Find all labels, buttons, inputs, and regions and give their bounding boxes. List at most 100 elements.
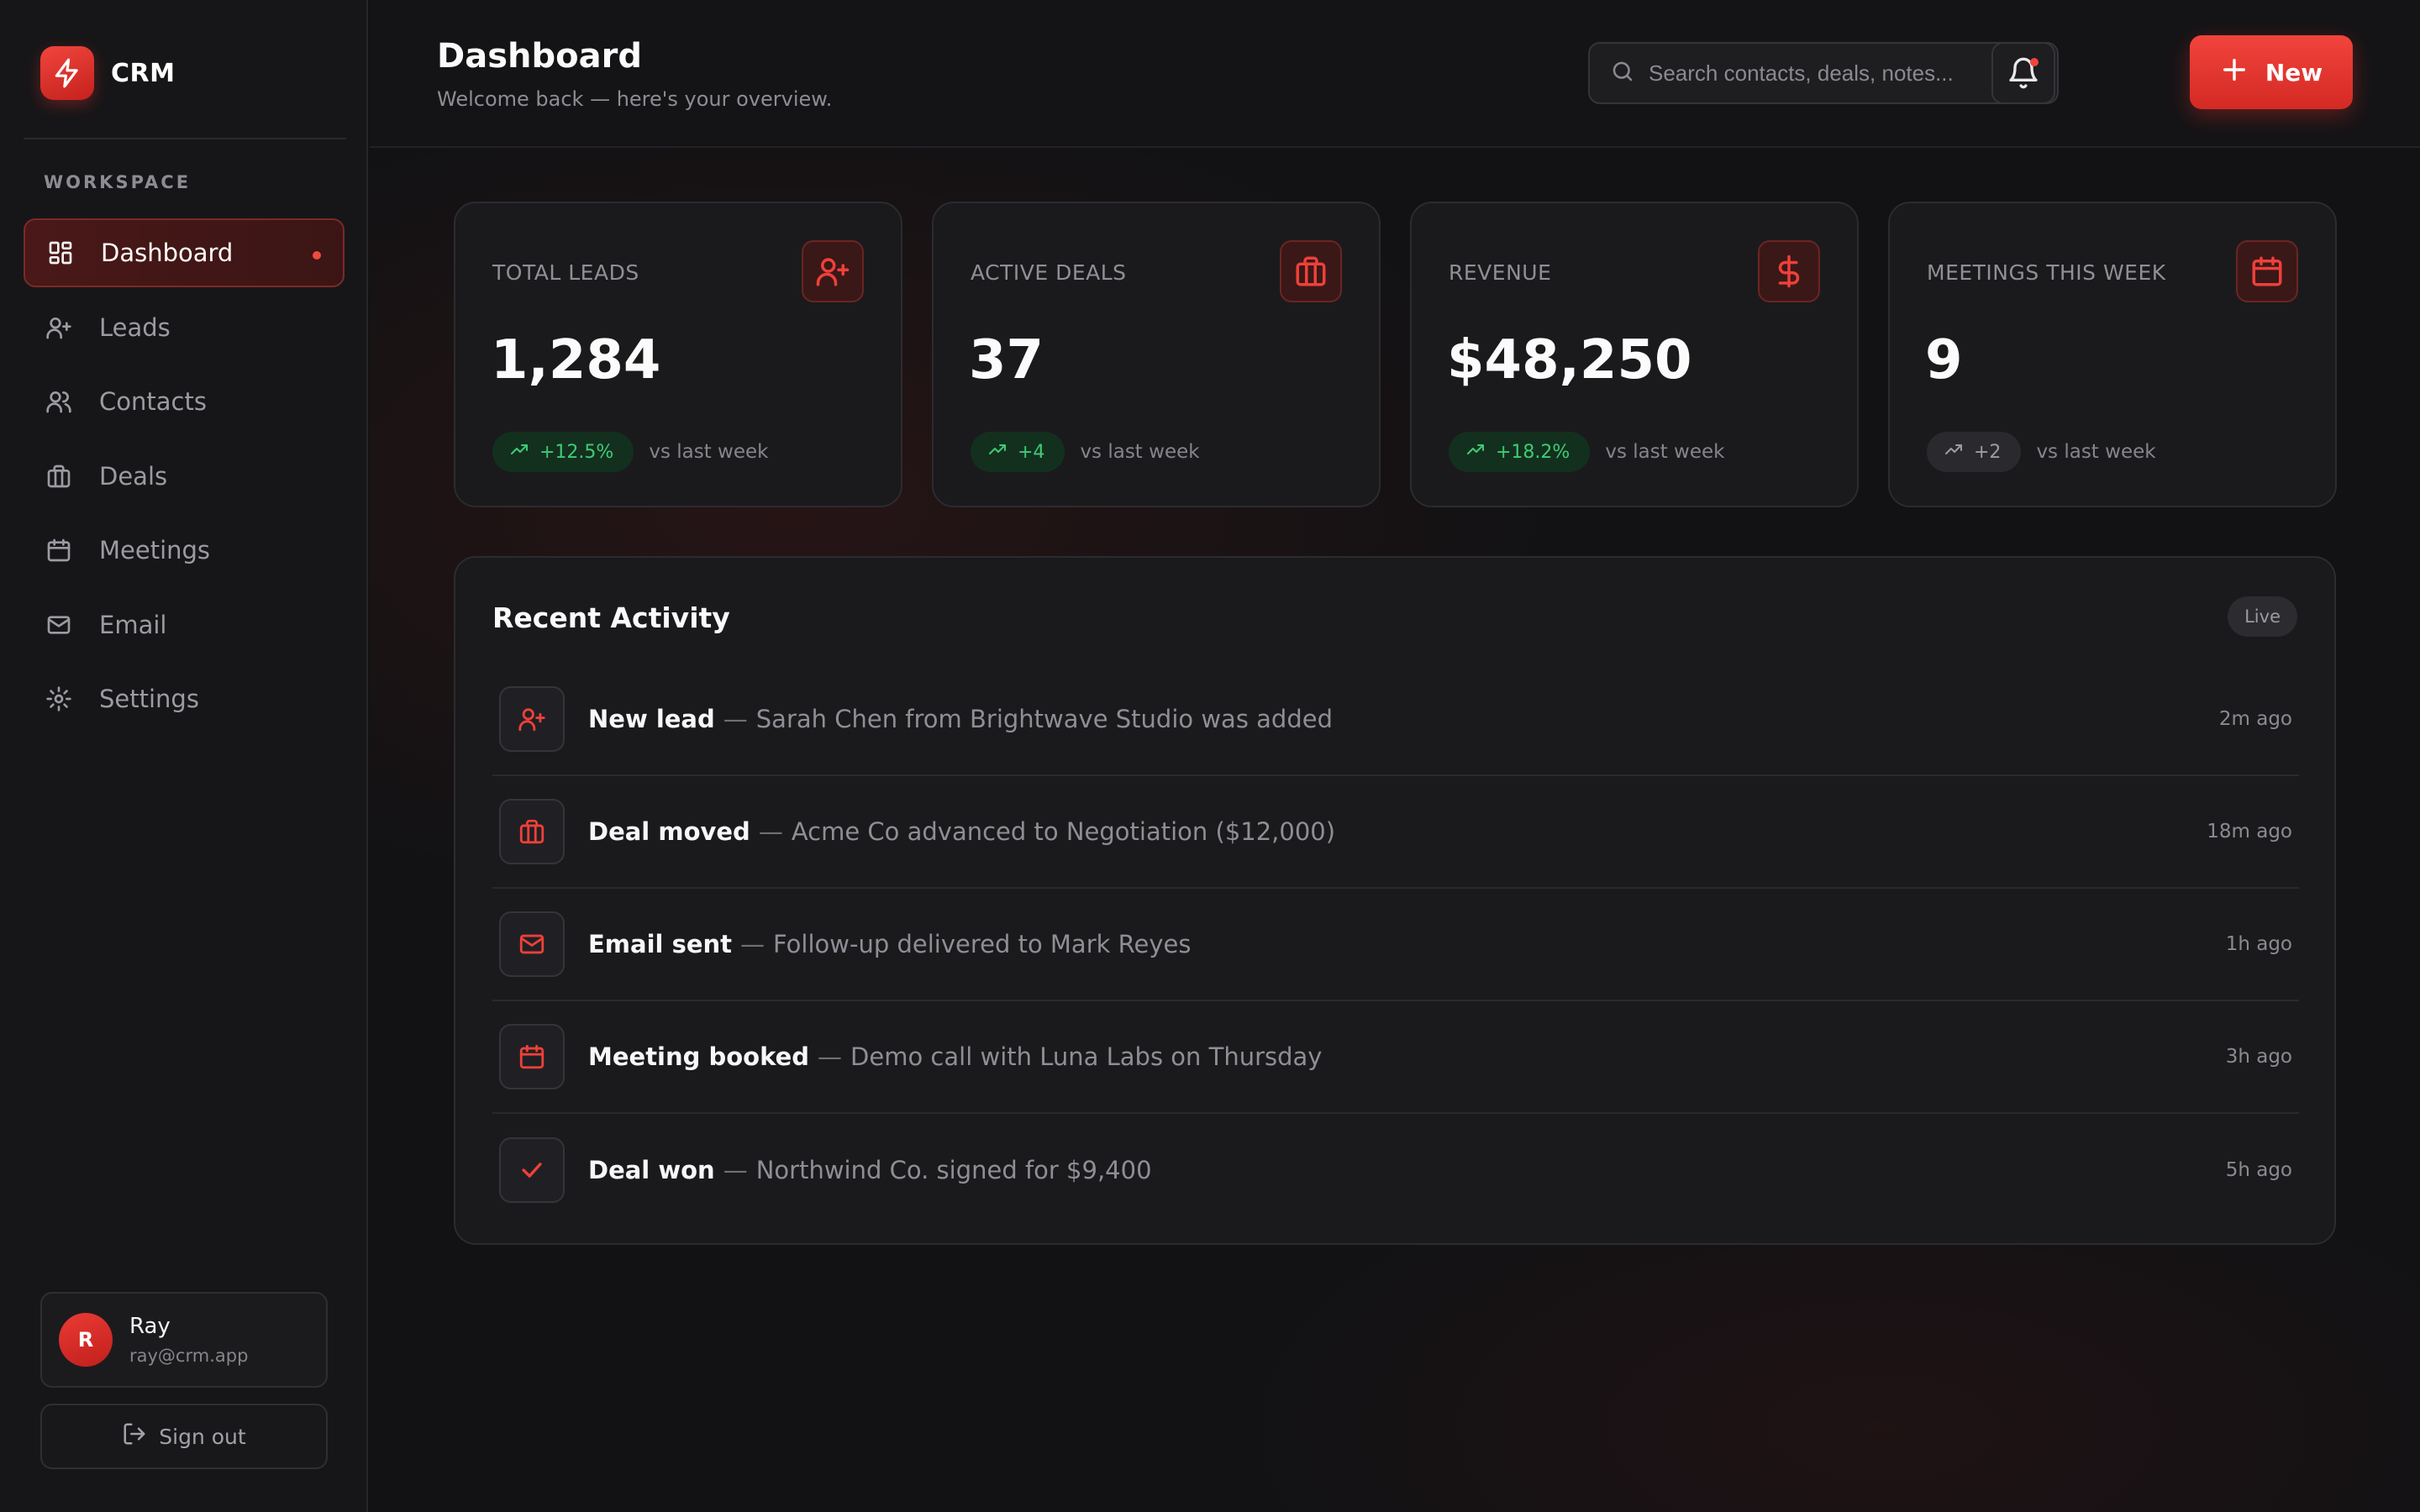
- sign-out-label: Sign out: [159, 1424, 246, 1449]
- sign-out-icon: [122, 1421, 147, 1452]
- stat-label: TOTAL LEADS: [492, 260, 639, 285]
- sidebar-item-leads[interactable]: Leads: [24, 293, 345, 362]
- new-button[interactable]: New: [2190, 35, 2353, 109]
- user-card[interactable]: R Ray ray@crm.app: [40, 1292, 328, 1388]
- stat-value: 37: [969, 329, 1044, 391]
- stat-footer: +4 vs last week: [971, 432, 1200, 472]
- stat-card-meetings[interactable]: MEETINGS THIS WEEK 9 +2 vs last week: [1888, 202, 2337, 507]
- activity-detail: Acme Co advanced to Negotiation ($12,000…: [791, 817, 1336, 846]
- stat-label: MEETINGS THIS WEEK: [1927, 260, 2166, 285]
- stat-footer: +18.2% vs last week: [1449, 432, 1724, 472]
- trending-up-icon: [987, 439, 1007, 465]
- activity-text: Meeting booked — Demo call with Luna Labs …: [588, 1042, 1322, 1071]
- activity-text: Email sent — Follow-up delivered to Mark R…: [588, 930, 1191, 958]
- activity-title: Recent Activity: [492, 601, 730, 634]
- activity-title: Meeting booked: [588, 1042, 810, 1071]
- notification-dot: [2030, 58, 2039, 66]
- sidebar-item-settings[interactable]: Settings: [24, 664, 345, 733]
- active-indicator-dot: [313, 251, 321, 260]
- brand[interactable]: CRM: [40, 46, 175, 100]
- stat-card-revenue[interactable]: REVENUE $48,250 +18.2% vs last week: [1410, 202, 1859, 507]
- sidebar-item-label: Contacts: [99, 387, 207, 416]
- dollar-icon: [1758, 240, 1820, 302]
- brand-name: CRM: [111, 58, 176, 88]
- activity-detail: Follow-up delivered to Mark Reyes: [773, 930, 1192, 958]
- compare-label: vs last week: [2036, 441, 2156, 463]
- delta-badge: +12.5%: [492, 432, 634, 472]
- activity-separator: —: [740, 930, 765, 958]
- activity-time: 3h ago: [2225, 1046, 2292, 1068]
- stat-value: $48,250: [1447, 329, 1692, 391]
- activity-row[interactable]: Deal moved — Acme Co advanced to Negotiati…: [492, 776, 2299, 889]
- stat-card-active-deals[interactable]: ACTIVE DEALS 37 +4 vs last week: [932, 202, 1381, 507]
- sidebar-item-contacts[interactable]: Contacts: [24, 367, 345, 436]
- activity-title: Deal won: [588, 1156, 715, 1184]
- delta-badge: +18.2%: [1449, 432, 1591, 472]
- activity-detail: Northwind Co. signed for $9,400: [755, 1156, 1152, 1184]
- activity-text: Deal won — Northwind Co. signed for $9,400: [588, 1156, 1152, 1184]
- sidebar: CRM WORKSPACE Dashboard Leads Contacts D…: [0, 0, 368, 1512]
- delta-value: +18.2%: [1496, 441, 1570, 463]
- user-plus-icon: [44, 312, 74, 343]
- activity-detail: Sarah Chen from Brightwave Studio was ad…: [755, 705, 1333, 733]
- sidebar-section-label: WORKSPACE: [44, 172, 192, 192]
- delta-value: +4: [1018, 441, 1045, 463]
- trending-up-icon: [509, 439, 529, 465]
- avatar: R: [59, 1313, 113, 1367]
- activity-time: 5h ago: [2225, 1159, 2292, 1181]
- mail-icon: [44, 610, 74, 640]
- activity-separator: —: [723, 705, 748, 733]
- stat-footer: +2 vs last week: [1927, 432, 2156, 472]
- sidebar-nav: Dashboard Leads Contacts Deals Meetings …: [24, 218, 345, 739]
- bell-icon: [2007, 56, 2040, 90]
- search-icon: [1610, 59, 1635, 87]
- layout-grid-icon: [45, 238, 76, 268]
- sidebar-item-label: Email: [99, 610, 167, 639]
- activity-text: New lead — Sarah Chen from Brightwave Stud…: [588, 705, 1333, 733]
- sidebar-item-deals[interactable]: Deals: [24, 442, 345, 511]
- sidebar-item-dashboard[interactable]: Dashboard: [24, 218, 345, 287]
- activity-row[interactable]: Email sent — Follow-up delivered to Mark R…: [492, 889, 2299, 1001]
- sidebar-item-label: Dashboard: [101, 239, 234, 267]
- user-plus-icon: [499, 686, 565, 752]
- activity-separator: —: [758, 817, 783, 846]
- activity-title: Deal moved: [588, 817, 750, 846]
- briefcase-icon: [499, 799, 565, 864]
- activity-detail: Demo call with Luna Labs on Thursday: [850, 1042, 1323, 1071]
- search-box[interactable]: [1588, 42, 2059, 104]
- notifications-button[interactable]: [1991, 42, 2055, 104]
- activity-title: Email sent: [588, 930, 733, 958]
- stat-label: ACTIVE DEALS: [971, 260, 1127, 285]
- delta-badge: +2: [1927, 432, 2022, 472]
- delta-value: +12.5%: [539, 441, 614, 463]
- page-title: Dashboard: [437, 37, 642, 76]
- stat-value: 1,284: [491, 329, 661, 391]
- briefcase-icon: [44, 461, 74, 491]
- activity-time: 18m ago: [2207, 821, 2292, 843]
- page-subtitle: Welcome back — here's your overview.: [437, 87, 833, 111]
- gear-icon: [44, 684, 74, 714]
- sidebar-item-label: Deals: [99, 461, 168, 491]
- stat-label: REVENUE: [1449, 260, 1552, 285]
- activity-row[interactable]: New lead — Sarah Chen from Brightwave Stud…: [492, 664, 2299, 776]
- briefcase-icon: [1280, 240, 1342, 302]
- sign-out-button[interactable]: Sign out: [40, 1404, 328, 1469]
- activity-row[interactable]: Meeting booked — Demo call with Luna Labs …: [492, 1001, 2299, 1114]
- compare-label: vs last week: [649, 441, 769, 463]
- sidebar-item-meetings[interactable]: Meetings: [24, 516, 345, 585]
- activity-row[interactable]: Deal won — Northwind Co. signed for $9,400…: [492, 1114, 2299, 1226]
- stat-card-total-leads[interactable]: TOTAL LEADS 1,284 +12.5% vs last week: [454, 202, 902, 507]
- main-content: Dashboard Welcome back — here's your ove…: [370, 0, 2420, 1512]
- sidebar-item-label: Meetings: [99, 536, 211, 564]
- stat-value: 9: [1925, 329, 1963, 391]
- mail-icon: [499, 911, 565, 977]
- activity-list: New lead — Sarah Chen from Brightwave Stud…: [492, 664, 2299, 1226]
- live-badge: Live: [2228, 596, 2297, 637]
- sidebar-item-email[interactable]: Email: [24, 591, 345, 659]
- top-bar: Dashboard Welcome back — here's your ove…: [370, 0, 2420, 148]
- check-icon: [499, 1137, 565, 1203]
- search-input[interactable]: [1649, 60, 2044, 87]
- users-icon: [44, 386, 74, 417]
- activity-separator: —: [723, 1156, 748, 1184]
- plus-icon: [2220, 55, 2249, 90]
